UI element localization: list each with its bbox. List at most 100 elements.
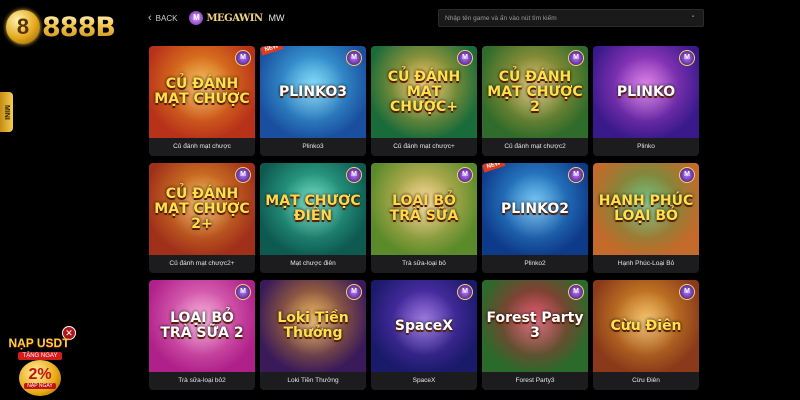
game-thumbnail[interactable]: CỦ ĐÁNH MẠT CHƯỢC+ M [371, 46, 477, 138]
game-card[interactable]: PLINKO M Plinko [593, 46, 699, 156]
provider-badge-icon: M [679, 50, 695, 66]
game-thumbnail[interactable]: Cừu Điên M [593, 280, 699, 372]
provider-badge-icon: M [679, 284, 695, 300]
game-art-title: MẠT CHƯỢC ĐIÊN [265, 193, 361, 224]
game-thumbnail[interactable]: CỦ ĐÁNH MẠT CHƯỢC 2+ M [149, 163, 255, 255]
game-art-title: SpaceX [394, 317, 454, 334]
game-title[interactable]: Cừu Điên [593, 372, 699, 390]
game-thumbnail[interactable]: Forest Party 3 M [482, 280, 588, 372]
new-badge: NEW [260, 46, 284, 56]
logo-emblem: 8 [6, 10, 40, 44]
game-thumbnail[interactable]: MẠT CHƯỢC ĐIÊN M [260, 163, 366, 255]
game-title[interactable]: Plinko [593, 138, 699, 156]
game-title[interactable]: Forest Party3 [482, 372, 588, 390]
provider-badge-icon: M [235, 284, 251, 300]
promo-title: NẠP USDT [8, 336, 70, 350]
provider-code: MW [268, 13, 285, 23]
game-art-title: LOẠI BỎ TRÀ SỮA [389, 193, 459, 224]
game-art-title: CỦ ĐÁNH MẠT CHƯỢC 2+ [154, 185, 250, 232]
promo-coin: 2% NẠP NGAY [19, 360, 61, 396]
provider-badge-icon: M [568, 167, 584, 183]
game-grid: CỦ ĐÁNH MẠT CHƯỢC M Củ đánh mạt chược PLINK… [149, 46, 699, 390]
logo-text: 888B [42, 11, 116, 43]
chevron-left-icon: ‹ [148, 12, 152, 24]
game-card[interactable]: CỦ ĐÁNH MẠT CHƯỢC 2 M Củ đánh mạt chược2 [482, 46, 588, 156]
promo-percent: 2% [28, 366, 52, 383]
game-title[interactable]: Củ đánh mạt chược2+ [149, 255, 255, 273]
game-thumbnail[interactable]: CỦ ĐÁNH MẠT CHƯỢC M [149, 46, 255, 138]
game-card[interactable]: Forest Party 3 M Forest Party3 [482, 280, 588, 390]
game-card[interactable]: PLINKO3 M NEW Plinko3 [260, 46, 366, 156]
game-art-title: PLINKO2 [501, 200, 569, 217]
game-card[interactable]: CỦ ĐÁNH MẠT CHƯỢC+ M Củ đánh mạt chược+ [371, 46, 477, 156]
game-thumbnail[interactable]: Loki Tiền Thưởng M [260, 280, 366, 372]
provider-badge-icon: M [235, 167, 251, 183]
game-thumbnail[interactable]: PLINKO3 M NEW [260, 46, 366, 138]
provider-name: MEGAWIN [206, 12, 263, 24]
game-card[interactable]: HẠNH PHÚC LOẠI BỎ M Hạnh Phúc-Loại Bỏ [593, 163, 699, 273]
game-thumbnail[interactable]: LOẠI BỎ TRÀ SỮA 2 M [149, 280, 255, 372]
top-bar: ‹ BACK M MEGAWIN MW ▪ [148, 6, 708, 30]
provider-logo: M MEGAWIN [189, 11, 263, 25]
game-art-title: Cừu Điên [610, 317, 682, 334]
game-card[interactable]: MẠT CHƯỢC ĐIÊN M Mạt chược điên [260, 163, 366, 273]
provider-badge-icon: M [235, 50, 251, 66]
game-art-title: LOẠI BỎ TRÀ SỮA 2 [160, 310, 244, 341]
promo-deposit-button[interactable]: NẠP NGAY [24, 383, 56, 389]
search-box: ▪ [438, 9, 704, 27]
provider-badge-icon: M [568, 50, 584, 66]
new-badge: NEW [482, 163, 506, 173]
side-tab-label: MINI [3, 104, 10, 120]
game-title[interactable]: Plinko2 [482, 255, 588, 273]
game-card[interactable]: LOẠI BỎ TRÀ SỮA M Trà sữa-loại bỏ [371, 163, 477, 273]
provider-badge-icon: M [457, 50, 473, 66]
back-button[interactable]: ‹ BACK [148, 12, 177, 24]
game-art-title: CỦ ĐÁNH MẠT CHƯỢC+ [387, 68, 461, 115]
game-card[interactable]: SpaceX M SpaceX [371, 280, 477, 390]
game-title[interactable]: Hạnh Phúc-Loại Bỏ [593, 255, 699, 273]
game-title[interactable]: Plinko3 [260, 138, 366, 156]
game-card[interactable]: LOẠI BỎ TRÀ SỮA 2 M Trà sữa-loại bỏ2 [149, 280, 255, 390]
game-art-title: HẠNH PHÚC LOẠI BỎ [598, 193, 694, 224]
provider-badge-icon: M [457, 167, 473, 183]
provider-badge-icon: M [457, 284, 473, 300]
game-card[interactable]: PLINKO2 M NEW Plinko2 [482, 163, 588, 273]
game-title[interactable]: Củ đánh mạt chược2 [482, 138, 588, 156]
provider-mark-icon: M [189, 11, 204, 25]
game-art-title: CỦ ĐÁNH MẠT CHƯỢC 2 [487, 68, 583, 115]
back-label: BACK [155, 13, 178, 23]
game-art-title: PLINKO [616, 83, 676, 100]
game-title[interactable]: Củ đánh mạt chược [149, 138, 255, 156]
game-title[interactable]: Trà sữa-loại bỏ [371, 255, 477, 273]
promo-subtitle: TẶNG NGAY [18, 352, 62, 360]
provider-badge-icon: M [346, 50, 362, 66]
game-thumbnail[interactable]: LOẠI BỎ TRÀ SỮA M [371, 163, 477, 255]
game-card[interactable]: Loki Tiền Thưởng M Loki Tiền Thưởng [260, 280, 366, 390]
game-art-title: PLINKO3 [279, 83, 347, 100]
game-title[interactable]: Củ đánh mạt chược+ [371, 138, 477, 156]
game-thumbnail[interactable]: CỦ ĐÁNH MẠT CHƯỢC 2 M [482, 46, 588, 138]
game-art-title: CỦ ĐÁNH MẠT CHƯỢC [154, 76, 250, 107]
game-card[interactable]: CỦ ĐÁNH MẠT CHƯỢC 2+ M Củ đánh mạt chược2+ [149, 163, 255, 273]
game-title[interactable]: Loki Tiền Thưởng [260, 372, 366, 390]
game-thumbnail[interactable]: SpaceX M [371, 280, 477, 372]
game-card[interactable]: CỦ ĐÁNH MẠT CHƯỢC M Củ đánh mạt chược [149, 46, 255, 156]
search-button-icon[interactable]: ▪ [689, 14, 697, 22]
game-thumbnail[interactable]: PLINKO M [593, 46, 699, 138]
game-title[interactable]: SpaceX [371, 372, 477, 390]
game-thumbnail[interactable]: PLINKO2 M NEW [482, 163, 588, 255]
search-input[interactable] [445, 14, 689, 22]
game-art-title: Forest Party 3 [486, 310, 584, 341]
deposit-promo-widget[interactable]: ✕ NẠP USDT TẶNG NGAY 2% NẠP NGAY [6, 326, 76, 398]
site-logo[interactable]: 8 888B [6, 10, 116, 44]
provider-badge-icon: M [568, 284, 584, 300]
game-title[interactable]: Mạt chược điên [260, 255, 366, 273]
side-mini-tab[interactable]: MINI [0, 92, 13, 132]
game-thumbnail[interactable]: HẠNH PHÚC LOẠI BỎ M [593, 163, 699, 255]
provider-badge-icon: M [679, 167, 695, 183]
provider-badge-icon: M [346, 284, 362, 300]
provider-badge-icon: M [346, 167, 362, 183]
game-art-title: Loki Tiền Thưởng [277, 310, 349, 341]
game-card[interactable]: Cừu Điên M Cừu Điên [593, 280, 699, 390]
game-title[interactable]: Trà sữa-loại bỏ2 [149, 372, 255, 390]
